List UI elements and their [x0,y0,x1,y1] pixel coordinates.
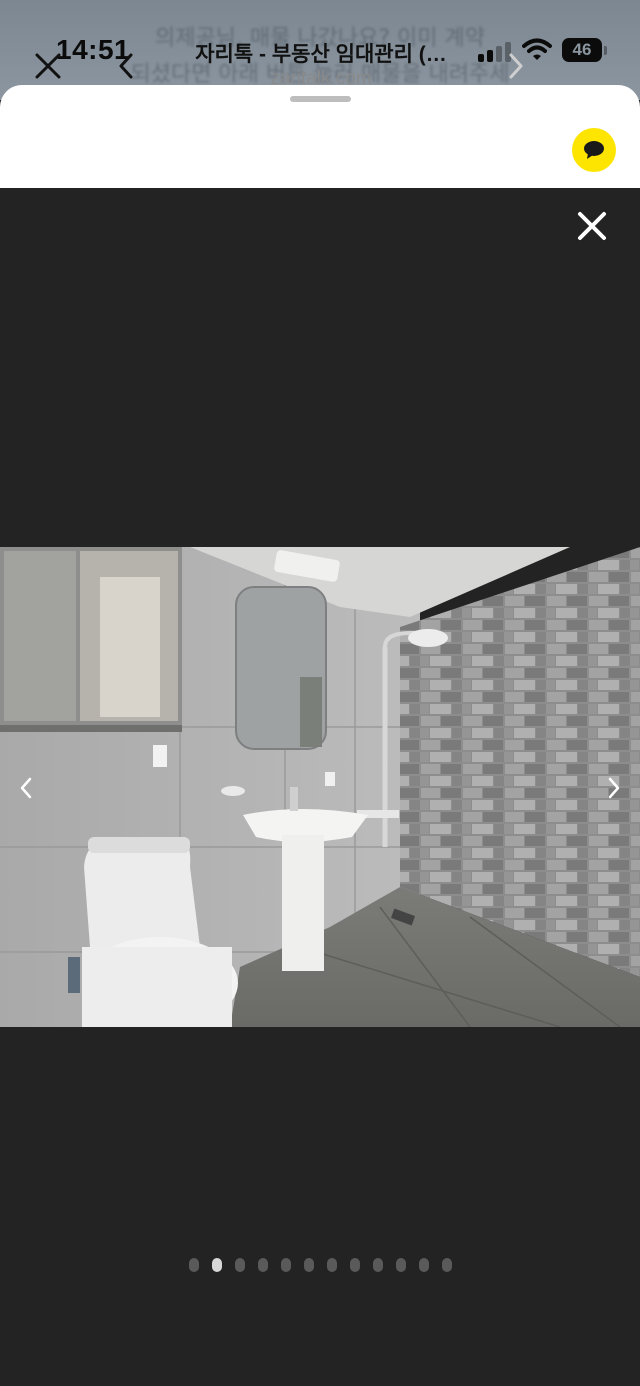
pagination-dot[interactable] [257,1258,268,1272]
pagination-dot[interactable] [211,1258,222,1272]
pagination-dot[interactable] [234,1258,245,1272]
previous-image-button[interactable] [8,770,44,806]
next-image-button[interactable] [596,770,632,806]
chevron-right-icon [608,777,620,799]
pagination-dot[interactable] [349,1258,360,1272]
chevron-left-icon [119,53,133,79]
viewer-close-button[interactable] [572,206,612,246]
sheet-grabber[interactable] [290,96,351,102]
chevron-left-icon [20,777,32,799]
pagination-dot[interactable] [418,1258,429,1272]
battery-icon: 46 [562,38,602,62]
chevron-right-icon [509,53,523,79]
bathroom-photo[interactable] [0,547,640,1027]
pagination-dot[interactable] [326,1258,337,1272]
forward-button[interactable] [496,44,536,88]
close-icon [578,212,606,240]
close-icon [35,53,61,79]
page-title: 자리톡 - 부동산 임대관리 (… [195,43,447,66]
page-domain: zaritalk.com [270,68,372,89]
pagination-dot[interactable] [280,1258,291,1272]
pagination-dot[interactable] [188,1258,199,1272]
kakao-chat-icon [584,141,604,159]
pagination-dots [0,1258,640,1272]
battery-cap [604,46,607,55]
pagination-dot[interactable] [395,1258,406,1272]
back-button[interactable] [106,44,146,88]
close-sheet-button[interactable] [26,44,70,88]
kakao-share-button[interactable] [572,128,616,172]
pagination-dot[interactable] [303,1258,314,1272]
browser-sheet-header [0,85,640,188]
pagination-dot[interactable] [441,1258,452,1272]
pagination-dot[interactable] [372,1258,383,1272]
